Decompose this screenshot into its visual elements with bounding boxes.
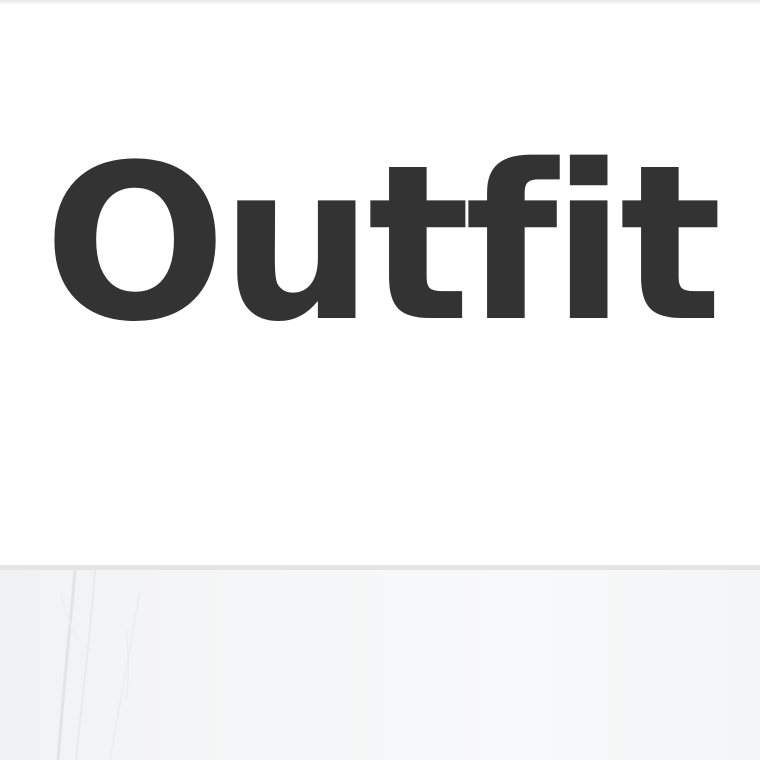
faded-branches-image bbox=[56, 570, 141, 760]
page-title: Outfit bbox=[43, 118, 723, 369]
background-photo bbox=[0, 570, 760, 760]
title-card: Outfit bbox=[0, 5, 760, 565]
page: Outfit bbox=[0, 0, 760, 760]
